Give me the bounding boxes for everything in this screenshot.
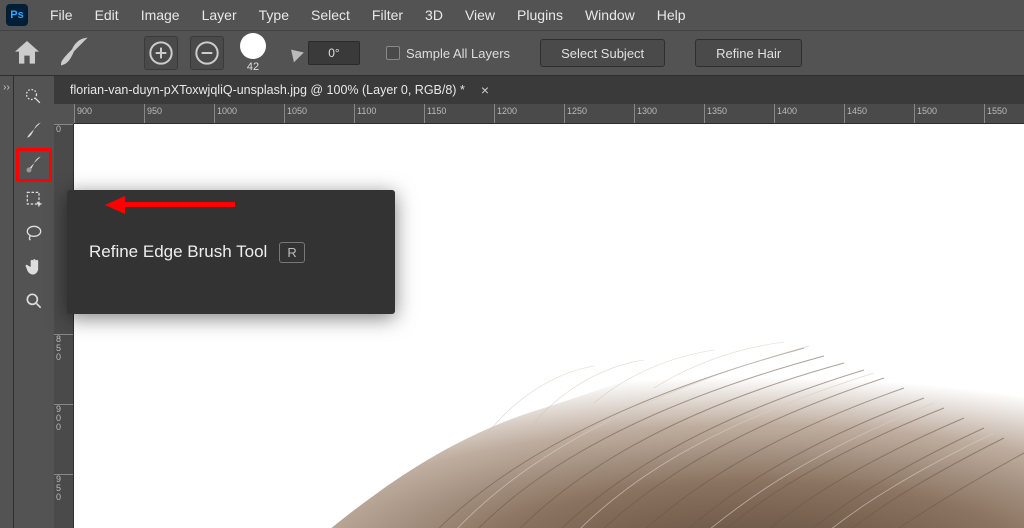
refine-edge-brush-tool[interactable] bbox=[16, 148, 52, 182]
ruler-tick: 1350 bbox=[704, 104, 727, 124]
menu-select[interactable]: Select bbox=[301, 3, 360, 27]
hand-tool[interactable] bbox=[16, 250, 52, 284]
add-to-selection-icon[interactable] bbox=[144, 36, 178, 70]
quick-select-tool[interactable] bbox=[16, 80, 52, 114]
brush-preview-icon bbox=[240, 33, 266, 59]
ruler-tick: 900 bbox=[54, 404, 74, 432]
ruler-tick: 950 bbox=[54, 474, 74, 502]
menu-view[interactable]: View bbox=[455, 3, 505, 27]
ruler-tick: 900 bbox=[74, 104, 92, 124]
ruler-tick: 1500 bbox=[914, 104, 937, 124]
ruler-tick: 1150 bbox=[424, 104, 446, 124]
menu-image[interactable]: Image bbox=[131, 3, 190, 27]
ruler-tick: 1550 bbox=[984, 104, 1007, 124]
checkbox-icon bbox=[386, 46, 400, 60]
subtract-from-selection-icon[interactable] bbox=[190, 36, 224, 70]
ruler-tick: 850 bbox=[54, 334, 74, 362]
ruler-tick: 1300 bbox=[634, 104, 657, 124]
lasso-tool[interactable] bbox=[16, 216, 52, 250]
menu-filter[interactable]: Filter bbox=[362, 3, 413, 27]
ruler-tick: 1450 bbox=[844, 104, 867, 124]
document-tab-title: florian-van-duyn-pXToxwjqliQ-unsplash.jp… bbox=[70, 83, 465, 97]
menu-bar: Ps File Edit Image Layer Type Select Fil… bbox=[0, 0, 1024, 30]
canvas-image bbox=[284, 238, 1024, 528]
brush-size-picker[interactable]: 42 bbox=[240, 33, 266, 73]
angle-icon bbox=[286, 44, 304, 62]
home-icon[interactable] bbox=[10, 36, 44, 70]
menu-window[interactable]: Window bbox=[575, 3, 645, 27]
sample-all-layers-checkbox[interactable]: Sample All Layers bbox=[386, 46, 510, 61]
ruler-tick: 0 bbox=[54, 124, 74, 134]
brush-tool[interactable] bbox=[16, 114, 52, 148]
menu-plugins[interactable]: Plugins bbox=[507, 3, 573, 27]
canvas-row: 0 850 900 950 bbox=[54, 124, 1024, 528]
app-logo: Ps bbox=[6, 4, 28, 26]
ruler-tick: 1050 bbox=[284, 104, 307, 124]
brush-tool-preset-icon[interactable] bbox=[56, 36, 90, 70]
ruler-tick: 950 bbox=[144, 104, 162, 124]
close-icon[interactable]: × bbox=[481, 82, 489, 98]
brush-angle[interactable]: 0° bbox=[288, 41, 360, 65]
expand-icon: ›› bbox=[3, 82, 10, 93]
tool-panel bbox=[14, 76, 54, 528]
canvas[interactable] bbox=[74, 124, 1024, 528]
marquee-tool[interactable] bbox=[16, 182, 52, 216]
document-tab[interactable]: florian-van-duyn-pXToxwjqliQ-unsplash.jp… bbox=[70, 82, 489, 98]
document-tabs: florian-van-duyn-pXToxwjqliQ-unsplash.jp… bbox=[54, 76, 1024, 104]
tooltip-shortcut: R bbox=[279, 242, 304, 263]
ruler-tick: 1000 bbox=[214, 104, 237, 124]
sample-all-layers-label: Sample All Layers bbox=[406, 46, 510, 61]
ruler-horizontal[interactable]: 900 950 1000 1050 1100 1150 1200 1250 13… bbox=[74, 104, 1024, 124]
menu-layer[interactable]: Layer bbox=[192, 3, 247, 27]
ruler-tick: 1200 bbox=[494, 104, 517, 124]
zoom-tool[interactable] bbox=[16, 284, 52, 318]
select-subject-button[interactable]: Select Subject bbox=[540, 39, 665, 67]
angle-input[interactable]: 0° bbox=[308, 41, 360, 65]
ruler-vertical[interactable]: 0 850 900 950 bbox=[54, 124, 74, 528]
ruler-tick: 1100 bbox=[354, 104, 376, 124]
brush-size-value: 42 bbox=[247, 61, 259, 73]
menu-type[interactable]: Type bbox=[249, 3, 299, 27]
panel-gutter[interactable]: ›› bbox=[0, 76, 14, 528]
tooltip-label: Refine Edge Brush Tool bbox=[89, 242, 267, 262]
menu-edit[interactable]: Edit bbox=[85, 3, 129, 27]
options-bar: 42 0° Sample All Layers Select Subject R… bbox=[0, 30, 1024, 76]
ruler-tick: 1250 bbox=[564, 104, 587, 124]
tool-tooltip: Refine Edge Brush Tool R bbox=[67, 190, 395, 314]
ruler-tick: 1400 bbox=[774, 104, 797, 124]
menu-help[interactable]: Help bbox=[647, 3, 696, 27]
refine-hair-button[interactable]: Refine Hair bbox=[695, 39, 802, 67]
menu-file[interactable]: File bbox=[40, 3, 83, 27]
menu-3d[interactable]: 3D bbox=[415, 3, 453, 27]
